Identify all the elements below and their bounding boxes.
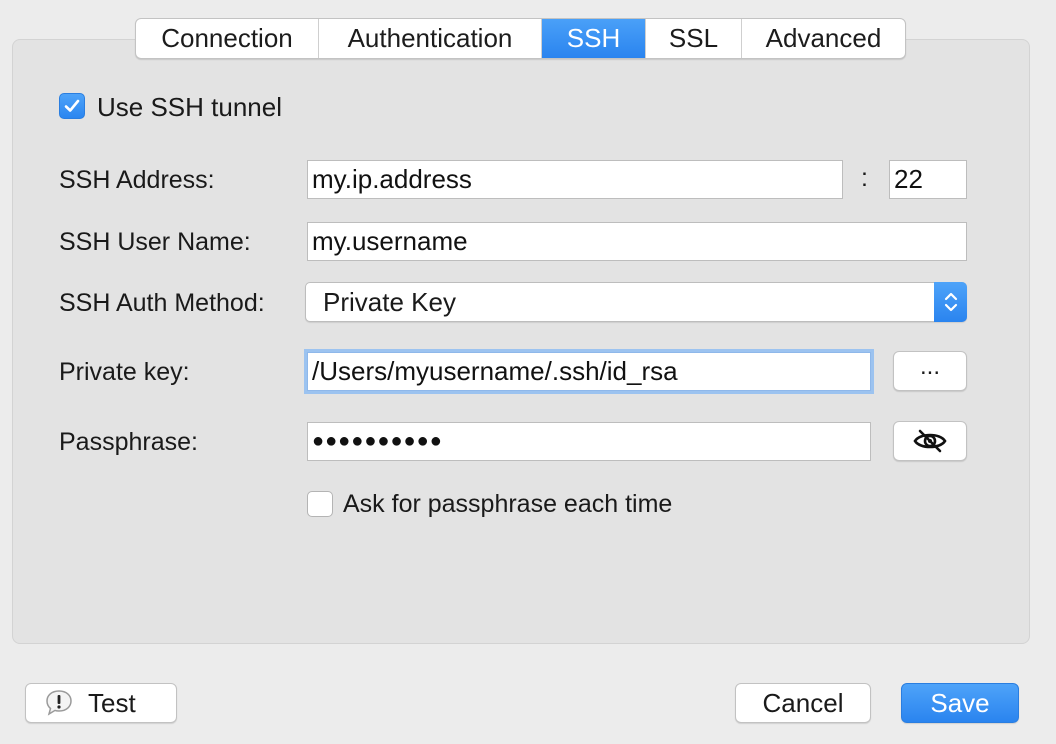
save-button[interactable]: Save — [901, 683, 1019, 723]
eye-slash-icon — [913, 429, 947, 453]
exclamation-bubble-icon — [46, 690, 72, 716]
tab-authentication[interactable]: Authentication — [319, 19, 542, 58]
tab-advanced[interactable]: Advanced — [742, 19, 905, 58]
ssh-port-input[interactable]: 22 — [889, 160, 967, 199]
passphrase-label: Passphrase: — [59, 428, 198, 456]
ssh-user-name-input[interactable]: my.username — [307, 222, 967, 261]
use-ssh-tunnel-label[interactable]: Use SSH tunnel — [97, 92, 282, 123]
ask-passphrase-label[interactable]: Ask for passphrase each time — [343, 490, 672, 519]
test-button-label: Test — [88, 687, 136, 718]
tab-connection[interactable]: Connection — [136, 19, 319, 58]
ssh-address-label: SSH Address: — [59, 166, 215, 194]
passphrase-input[interactable]: ●●●●●●●●●● — [307, 422, 871, 461]
ssh-address-input[interactable]: my.ip.address — [307, 160, 843, 199]
tab-bar: Connection Authentication SSH SSL Advanc… — [135, 18, 906, 59]
reveal-passphrase-button[interactable] — [893, 421, 967, 461]
browse-private-key-button[interactable]: ... — [893, 351, 967, 391]
tab-ssl[interactable]: SSL — [646, 19, 742, 58]
ssh-auth-method-select[interactable]: Private Key — [305, 282, 967, 322]
use-ssh-tunnel-checkbox[interactable] — [59, 93, 85, 119]
ssh-settings-panel — [12, 39, 1030, 644]
ask-passphrase-checkbox[interactable] — [307, 491, 333, 517]
private-key-input[interactable]: /Users/myusername/.ssh/id_rsa — [307, 352, 871, 391]
ssh-auth-method-value: Private Key — [323, 286, 456, 317]
ssh-user-name-label: SSH User Name: — [59, 228, 251, 256]
port-separator: : — [861, 164, 868, 192]
test-button[interactable]: Test — [25, 683, 177, 723]
cancel-button[interactable]: Cancel — [735, 683, 871, 723]
checkmark-icon — [64, 99, 80, 112]
tab-ssh[interactable]: SSH — [542, 19, 646, 58]
private-key-label: Private key: — [59, 358, 190, 386]
select-arrows-icon[interactable] — [934, 282, 967, 322]
ssh-auth-method-label: SSH Auth Method: — [59, 289, 265, 317]
